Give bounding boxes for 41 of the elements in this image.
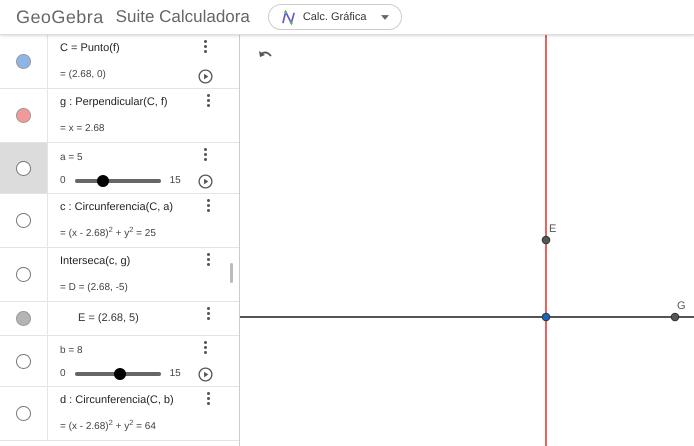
algebra-output: = (x - 2.68)$^{2}$ + y$^{2}$ = 64 [60,418,156,434]
visibility-toggle[interactable] [16,54,31,69]
algebra-output: E = (2.68, 5) [78,311,139,326]
slider-max: 15 [170,367,181,381]
slider-thumb[interactable] [114,368,126,380]
visibility-toggle[interactable] [16,354,31,368]
slider-min: 0 [60,174,66,188]
algebra-output: = (2.68, 0) [60,68,106,82]
scrollbar[interactable] [230,263,233,283]
algebra-input[interactable]: g : Perpendicular(C, f) [60,94,168,110]
algebra-output: = (x - 2.68)$^{2}$ + y$^{2}$ = 25 [60,226,156,240]
algebra-output: = D = (2.68, -5) [60,280,128,294]
app-title: Suite Calculadora [116,6,250,28]
visibility-toggle[interactable] [16,311,31,326]
visibility-toggle[interactable] [16,267,31,282]
visibility-toggle[interactable] [16,406,31,421]
algebra-input[interactable]: C = Punto(f) [60,40,120,56]
play-button[interactable] [198,174,213,189]
point[interactable] [542,236,550,244]
algebra-input[interactable]: c : Circunferencia(C, a) [60,199,174,216]
function-graph-icon [280,10,296,24]
geogebra-logo[interactable]: GeoGebra [16,4,104,30]
algebra-input[interactable]: d : Circunferencia(C, b) [60,392,174,408]
algebra-input[interactable]: Interseca(c, g) [60,253,130,270]
visibility-toggle[interactable] [16,213,31,228]
algebra-input[interactable]: b = 8 [60,343,83,358]
point-label: E [549,222,556,237]
app-selector[interactable]: Calc. Gráfica [268,4,402,30]
point-label: G [677,299,686,314]
algebra-input[interactable]: a = 5 [60,150,83,165]
play-button[interactable] [198,367,213,382]
algebra-output: = x = 2.68 [60,122,104,136]
caret-icon [381,14,390,20]
slider-thumb[interactable] [96,174,109,186]
slider-min: 0 [60,367,66,381]
visibility-toggle[interactable] [16,160,31,176]
slider-max: 15 [170,174,181,188]
point[interactable] [542,312,550,322]
visibility-toggle[interactable] [16,108,31,123]
play-button[interactable] [198,69,213,84]
point[interactable] [670,312,680,322]
